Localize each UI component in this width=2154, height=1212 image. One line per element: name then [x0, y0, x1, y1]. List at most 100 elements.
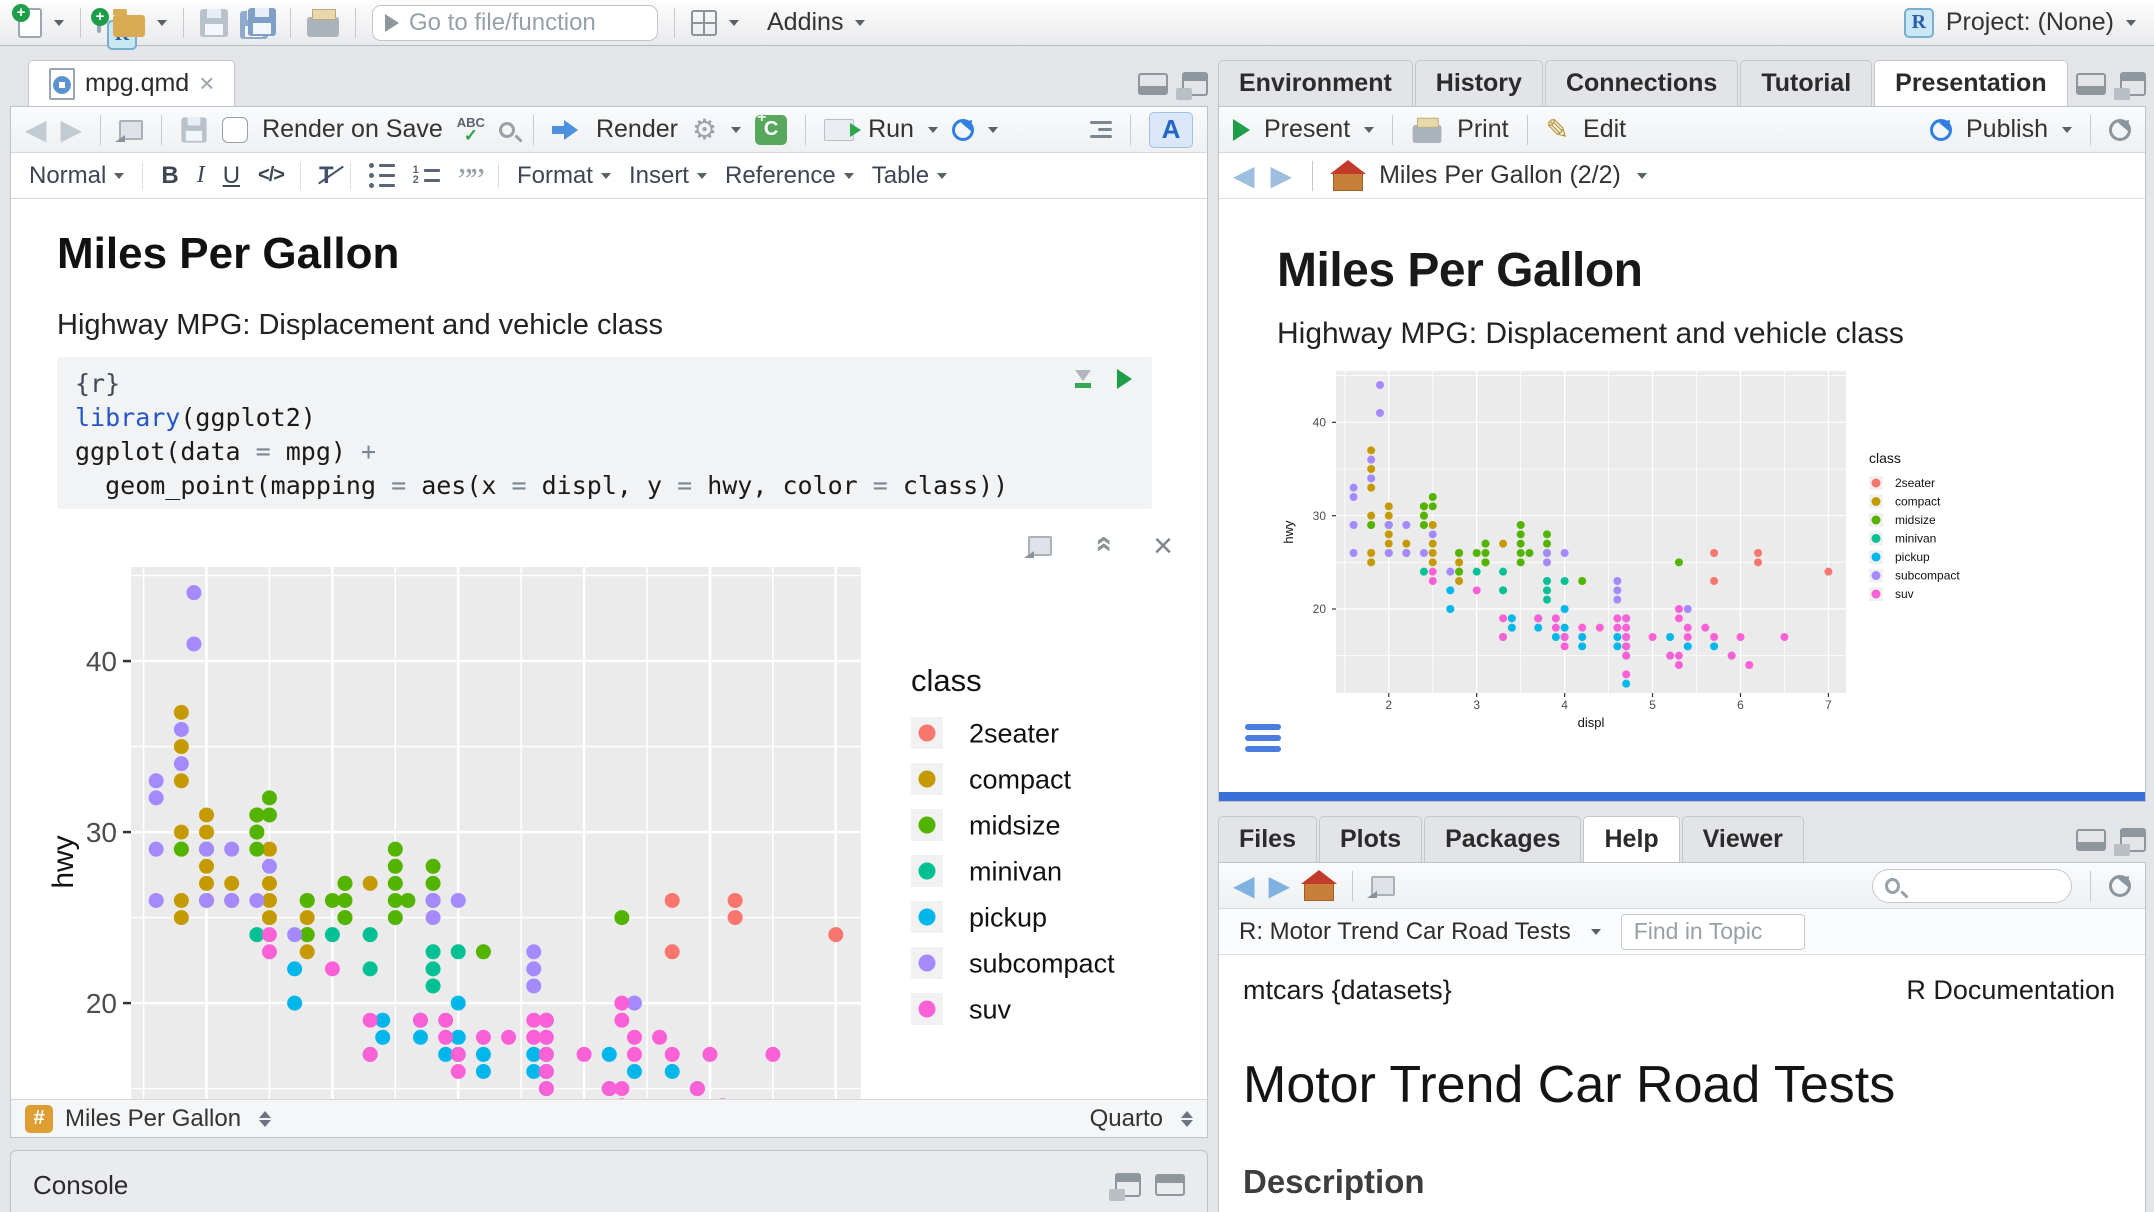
editor-tab-mpg-qmd[interactable]: mpg.qmd ×	[28, 60, 235, 106]
forward-icon[interactable]: ▶	[61, 113, 83, 146]
tab-environment[interactable]: Environment	[1218, 60, 1413, 106]
find-in-topic-input[interactable]	[1634, 918, 1792, 945]
collapse-output-icon[interactable]: »	[1086, 540, 1120, 553]
topic-caret-icon[interactable]	[1591, 929, 1601, 935]
section-updown-icon[interactable]	[259, 1111, 271, 1127]
tab-connections[interactable]: Connections	[1545, 60, 1738, 106]
save-icon[interactable]	[200, 9, 228, 37]
numbered-list-icon[interactable]: 12	[413, 168, 440, 183]
mode-updown-icon[interactable]	[1181, 1111, 1193, 1127]
save-doc-icon[interactable]	[181, 117, 206, 142]
home-icon[interactable]	[1333, 173, 1363, 191]
popout-window-icon[interactable]	[119, 120, 143, 140]
new-project-button[interactable]: + R	[97, 14, 101, 32]
code-icon[interactable]: </>	[258, 164, 284, 187]
underline-icon[interactable]: U	[223, 162, 240, 190]
print-button[interactable]: Print	[1457, 115, 1508, 144]
minimize-pane-icon[interactable]	[2076, 829, 2106, 851]
code-chunk[interactable]: {r}library(ggplot2)ggplot(data = mpg) + …	[57, 357, 1152, 509]
run-chunk-icon[interactable]	[1117, 369, 1132, 389]
render-icon[interactable]	[552, 120, 582, 140]
section-selector[interactable]: Miles Per Gallon	[65, 1105, 241, 1133]
maximize-pane-icon[interactable]	[2120, 828, 2146, 852]
find-in-topic-box[interactable]	[1621, 914, 1805, 950]
close-tab-icon[interactable]: ×	[199, 68, 214, 99]
help-refresh-icon[interactable]	[2109, 875, 2131, 897]
slide-selector[interactable]: Miles Per Gallon (2/2)	[1379, 161, 1621, 190]
tab-help[interactable]: Help	[1583, 816, 1679, 862]
reference-menu[interactable]: Reference	[725, 162, 854, 190]
tab-tutorial[interactable]: Tutorial	[1740, 60, 1872, 106]
present-play-icon[interactable]	[1233, 119, 1250, 141]
run-icon[interactable]	[824, 119, 854, 141]
clear-format-icon[interactable]: T	[319, 162, 334, 190]
goto-file-input[interactable]	[409, 9, 645, 37]
project-caret-icon[interactable]	[2126, 20, 2136, 26]
rerun-caret-icon[interactable]	[988, 127, 998, 133]
goto-file-search[interactable]	[372, 5, 658, 41]
addins-caret-icon[interactable]	[855, 20, 865, 26]
paragraph-style-select[interactable]: Normal	[29, 162, 124, 190]
editor-document[interactable]: Miles Per Gallon Highway MPG: Displaceme…	[11, 199, 1207, 1099]
help-popout-icon[interactable]	[1371, 876, 1395, 896]
edit-icon[interactable]: ✎	[1546, 113, 1569, 146]
tab-viewer[interactable]: Viewer	[1682, 816, 1804, 862]
render-options-caret-icon[interactable]	[731, 127, 741, 133]
table-menu[interactable]: Table	[872, 162, 947, 190]
slide-back-icon[interactable]: ◀	[1233, 159, 1255, 192]
panes-grid-icon[interactable]	[691, 10, 717, 36]
bullet-list-icon[interactable]	[369, 163, 395, 188]
new-file-icon[interactable]: +	[18, 8, 42, 38]
console-maximize-icon[interactable]	[1155, 1174, 1185, 1196]
insert-menu[interactable]: Insert	[629, 162, 707, 190]
render-on-save-checkbox[interactable]	[222, 117, 248, 143]
blockquote-icon[interactable]: ””	[458, 176, 482, 186]
console-restore-icon[interactable]	[1115, 1173, 1141, 1197]
gear-icon[interactable]: ⚙	[692, 116, 717, 144]
slide-selector-caret-icon[interactable]	[1637, 173, 1647, 179]
tab-presentation[interactable]: Presentation	[1874, 60, 2067, 106]
minimize-pane-icon[interactable]	[2076, 73, 2106, 95]
project-menu[interactable]: Project: (None)	[1946, 8, 2114, 37]
help-home-icon[interactable]	[1304, 883, 1334, 901]
render-button[interactable]: Render	[596, 115, 678, 144]
help-topic-selector[interactable]: R: Motor Trend Car Road Tests	[1239, 918, 1571, 946]
rerun-icon[interactable]	[952, 119, 974, 141]
run-button[interactable]: Run	[868, 115, 914, 144]
publish-icon[interactable]	[1930, 119, 1952, 141]
tab-history[interactable]: History	[1415, 60, 1543, 106]
save-all-icon[interactable]	[240, 8, 274, 38]
help-forward-icon[interactable]: ▶	[1269, 869, 1291, 902]
panes-caret-icon[interactable]	[729, 20, 739, 26]
clear-output-icon[interactable]: ×	[1153, 536, 1173, 556]
slide-menu-icon[interactable]	[1245, 724, 1281, 752]
outline-icon[interactable]	[1090, 121, 1112, 138]
doc-mode-selector[interactable]: Quarto	[1090, 1105, 1163, 1133]
present-button[interactable]: Present	[1264, 115, 1350, 144]
help-back-icon[interactable]: ◀	[1233, 869, 1255, 902]
back-icon[interactable]: ◀	[25, 113, 47, 146]
publish-button[interactable]: Publish	[1966, 115, 2048, 144]
tab-files[interactable]: Files	[1218, 816, 1317, 862]
maximize-pane-icon[interactable]	[1182, 72, 1208, 96]
open-file-caret-icon[interactable]	[157, 20, 167, 26]
maximize-pane-icon[interactable]	[2120, 72, 2146, 96]
minimize-pane-icon[interactable]	[1138, 73, 1168, 95]
spellcheck-icon[interactable]: ABC✓	[457, 116, 485, 144]
expand-output-icon[interactable]	[1028, 536, 1052, 556]
slide-forward-icon[interactable]: ▶	[1271, 159, 1293, 192]
help-search-input[interactable]	[1910, 873, 2059, 899]
help-search-box[interactable]	[1872, 869, 2072, 903]
console-pane-header[interactable]: Console	[10, 1150, 1208, 1212]
italic-icon[interactable]: I	[197, 162, 205, 189]
run-chunks-above-icon[interactable]	[1075, 370, 1091, 388]
format-menu[interactable]: Format	[517, 162, 611, 190]
find-replace-icon[interactable]	[499, 122, 515, 138]
edit-button[interactable]: Edit	[1583, 115, 1626, 144]
tab-plots[interactable]: Plots	[1319, 816, 1422, 862]
visual-mode-icon[interactable]: A	[1149, 112, 1193, 148]
insert-chunk-icon[interactable]: C	[755, 115, 787, 145]
run-caret-icon[interactable]	[928, 127, 938, 133]
publish-caret-icon[interactable]	[2062, 127, 2072, 133]
addins-menu[interactable]: Addins	[767, 8, 843, 37]
